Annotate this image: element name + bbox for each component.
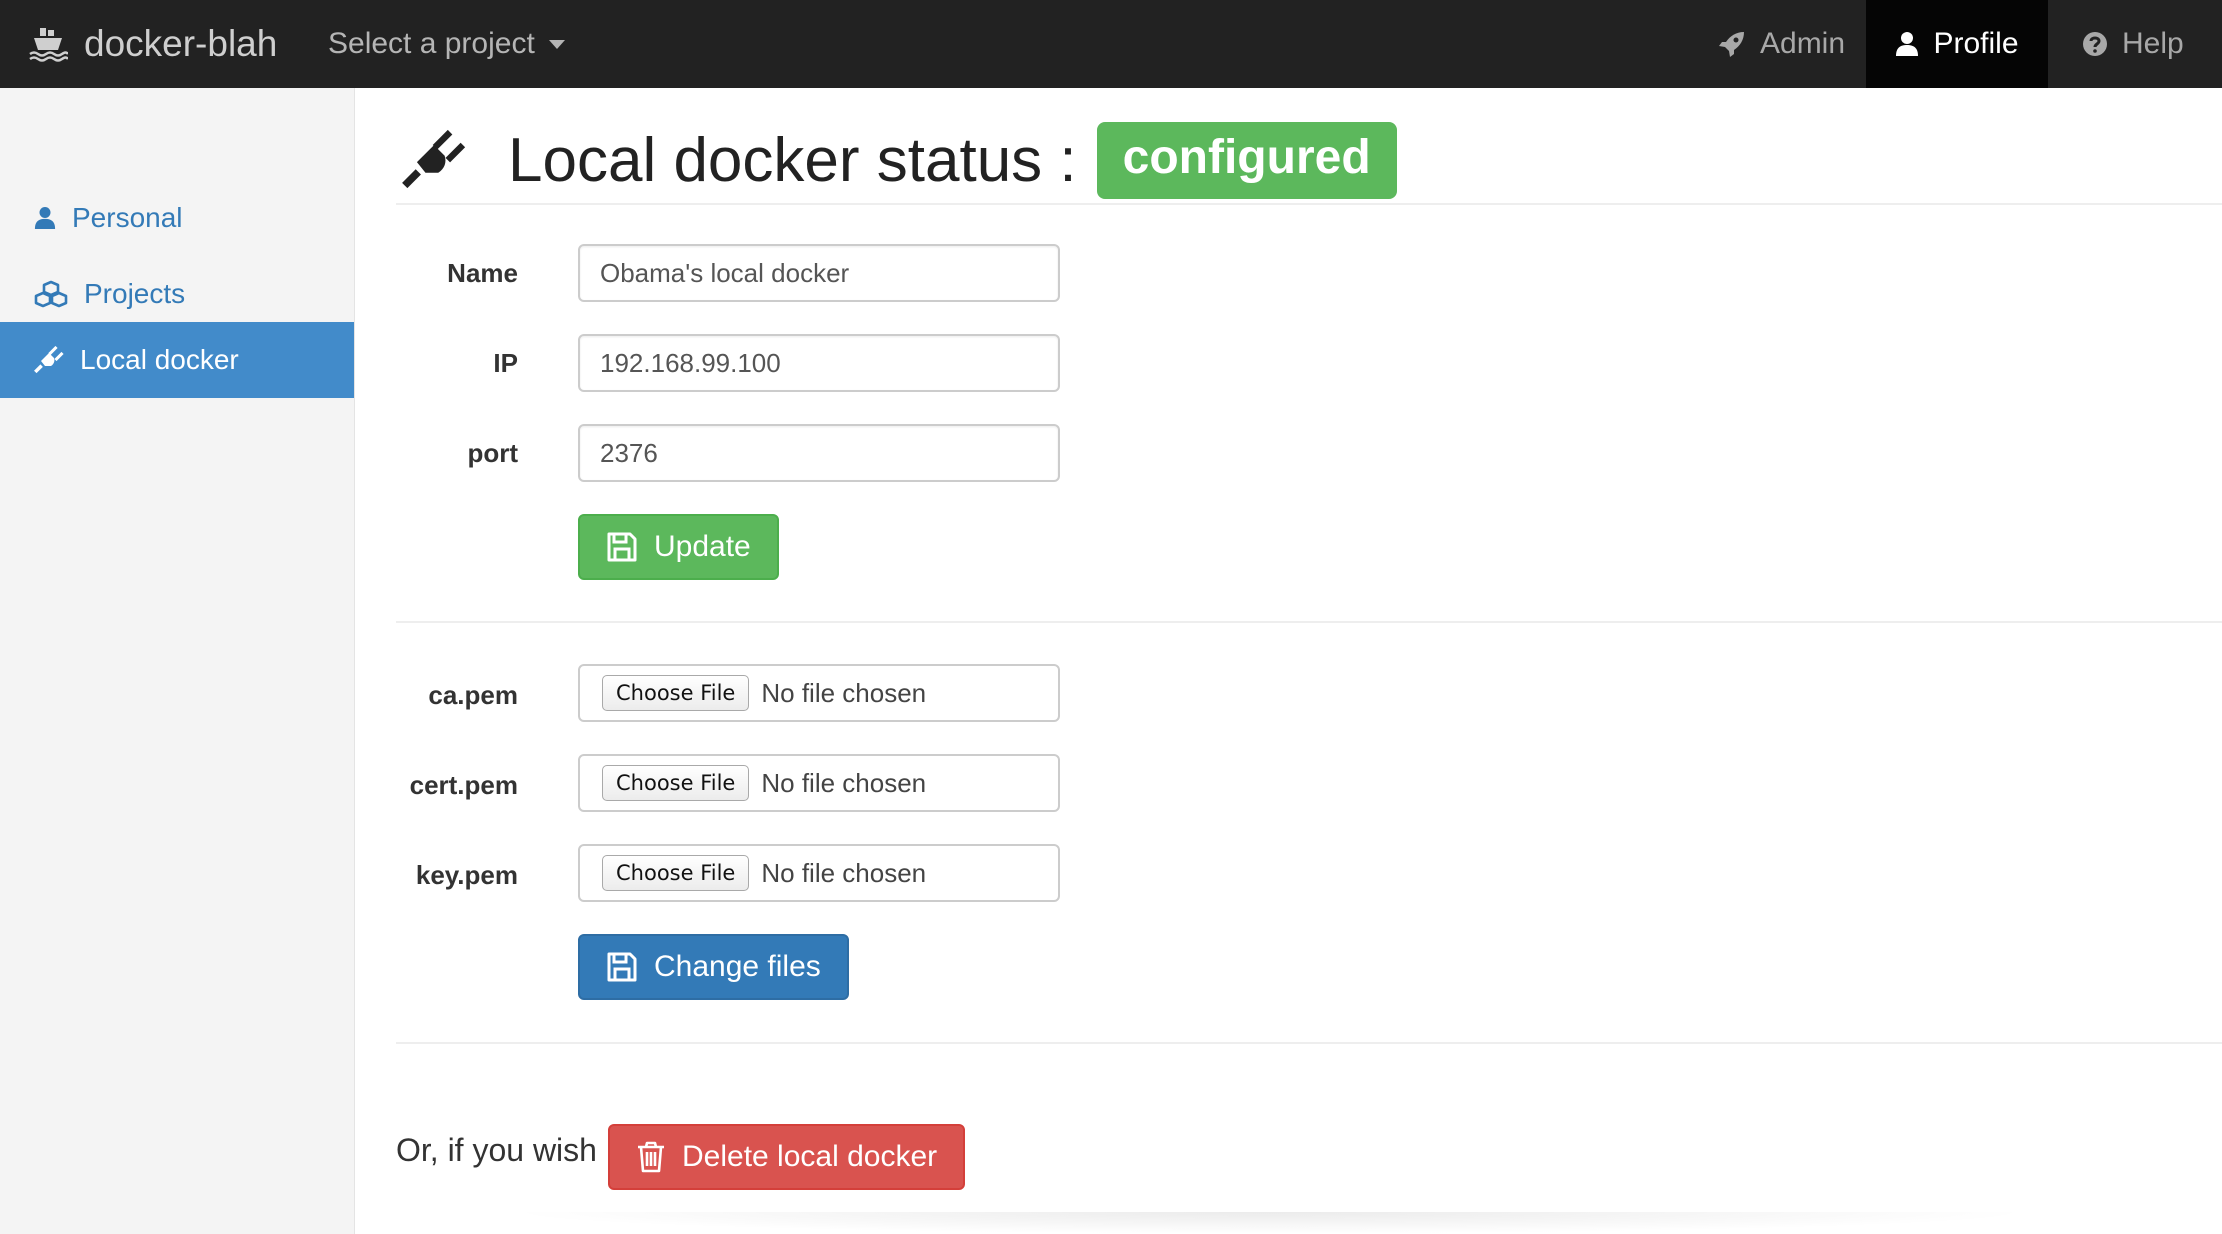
sidebar-item-local-docker[interactable]: Local docker xyxy=(0,322,354,398)
project-select-label: Select a project xyxy=(328,27,535,60)
ip-input[interactable] xyxy=(578,334,1060,392)
user-icon xyxy=(1896,32,1919,56)
plug-icon xyxy=(402,129,466,189)
nav-admin[interactable]: Admin xyxy=(1718,0,1845,88)
ca-pem-file-input[interactable]: Choose File No file chosen xyxy=(578,664,1060,722)
file-status: No file chosen xyxy=(761,767,927,798)
name-input[interactable] xyxy=(578,244,1060,302)
divider xyxy=(396,203,2222,205)
sidebar-item-personal[interactable]: Personal xyxy=(0,180,354,256)
key-pem-file-input[interactable]: Choose File No file chosen xyxy=(578,844,1060,902)
brand-name: docker-blah xyxy=(84,23,278,64)
file-status: No file chosen xyxy=(761,677,927,708)
footer-shadow xyxy=(500,1212,2040,1234)
choose-file-button[interactable]: Choose File xyxy=(602,675,750,711)
sidebar-item-label: Projects xyxy=(84,278,186,309)
sidebar-item-projects[interactable]: Projects xyxy=(0,256,354,332)
file-status: No file chosen xyxy=(761,857,927,888)
delete-local-docker-button[interactable]: Delete local docker xyxy=(608,1124,966,1190)
cert-pem-label: cert.pem xyxy=(409,770,518,800)
user-icon xyxy=(34,207,56,229)
name-label: Name xyxy=(447,258,518,288)
ip-label: IP xyxy=(493,348,518,378)
port-input[interactable] xyxy=(578,424,1060,482)
save-icon xyxy=(607,952,637,982)
change-files-button[interactable]: Change files xyxy=(578,934,849,1000)
rocket-icon xyxy=(1719,32,1744,57)
sidebar: Personal Projects Local docker xyxy=(0,88,355,1234)
divider xyxy=(396,1042,2222,1044)
brand-link[interactable]: docker-blah xyxy=(28,0,277,88)
page-header: Local docker status : configured xyxy=(402,112,1397,208)
project-select-dropdown[interactable]: Select a project xyxy=(328,0,565,88)
sidebar-item-label: Personal xyxy=(72,202,183,233)
key-pem-label: key.pem xyxy=(415,860,518,890)
question-circle-icon xyxy=(2083,32,2107,56)
page-title: Local docker status : xyxy=(508,125,1077,195)
nav-help[interactable]: Help xyxy=(2082,0,2184,88)
delete-prompt: Or, if you wish xyxy=(396,1132,597,1168)
nav-profile[interactable]: Profile xyxy=(1866,0,2048,88)
port-label: port xyxy=(467,438,518,468)
top-navbar: docker-blah Select a project Admin Profi… xyxy=(0,0,2222,88)
plug-icon xyxy=(34,346,64,374)
save-icon xyxy=(607,532,637,562)
sidebar-item-label: Local docker xyxy=(80,344,239,375)
delete-button-label: Delete local docker xyxy=(682,1140,938,1173)
ca-pem-label: ca.pem xyxy=(428,680,518,710)
cert-pem-file-input[interactable]: Choose File No file chosen xyxy=(578,754,1060,812)
divider xyxy=(396,621,2222,623)
status-badge: configured xyxy=(1096,121,1397,199)
choose-file-button[interactable]: Choose File xyxy=(602,765,750,801)
caret-down-icon xyxy=(548,39,565,49)
cubes-icon xyxy=(34,280,68,308)
ship-icon xyxy=(29,28,68,62)
choose-file-button[interactable]: Choose File xyxy=(602,855,750,891)
update-button-label: Update xyxy=(654,530,751,563)
nav-help-label: Help xyxy=(2122,27,2184,60)
nav-profile-label: Profile xyxy=(1933,27,2019,60)
change-files-button-label: Change files xyxy=(654,950,821,983)
trash-icon xyxy=(638,1141,664,1173)
nav-admin-label: Admin xyxy=(1760,27,1846,60)
update-button[interactable]: Update xyxy=(578,514,779,580)
